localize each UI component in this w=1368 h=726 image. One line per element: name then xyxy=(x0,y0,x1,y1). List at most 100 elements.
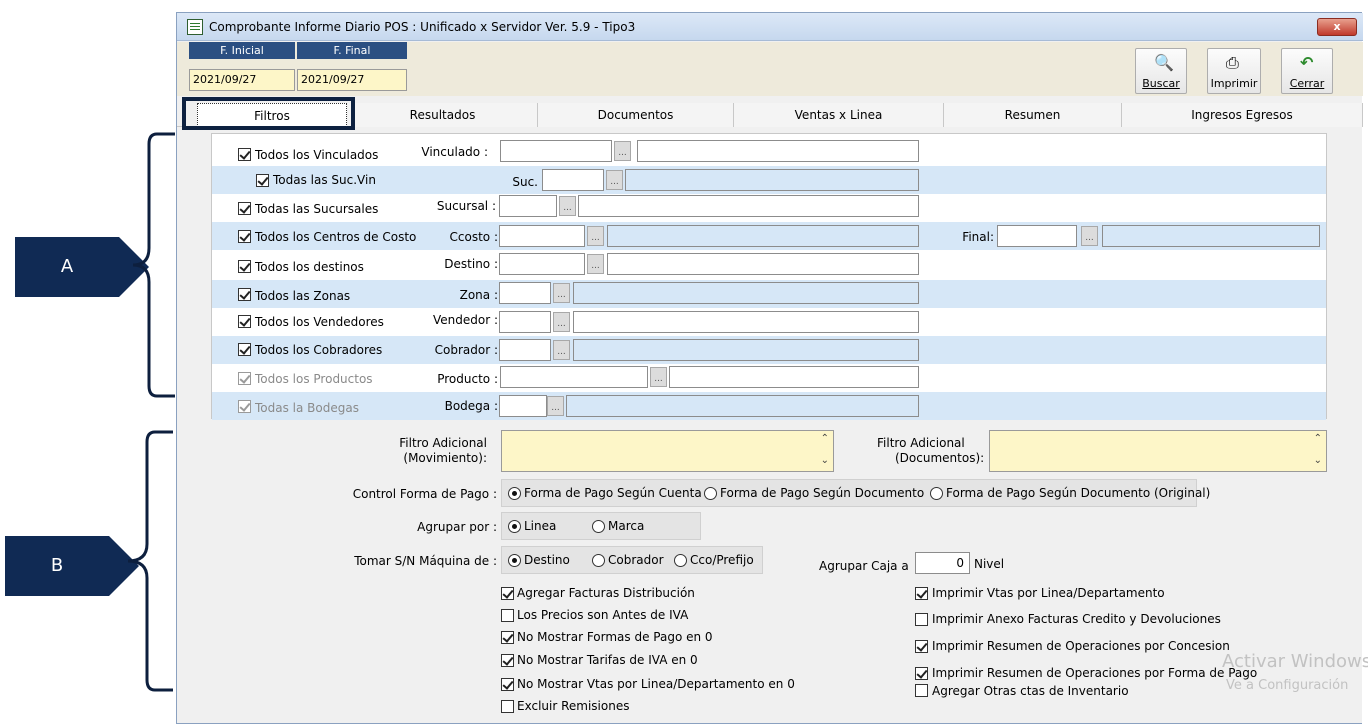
filtro-movimiento-textarea[interactable]: ⌃ ⌄ xyxy=(501,430,834,472)
producto-lookup-button[interactable]: ... xyxy=(650,367,667,387)
initial-date-field[interactable]: 2021/09/27 xyxy=(189,69,295,91)
suc-lookup-button[interactable]: ... xyxy=(606,170,623,190)
zona-code-field[interactable] xyxy=(499,282,551,304)
no-mostrar-tarifas-iva-checkbox[interactable] xyxy=(501,654,514,667)
imprimir-button[interactable]: ⎙ Imprimir xyxy=(1207,48,1261,94)
radio-destino[interactable] xyxy=(508,554,521,567)
precios-antes-iva-label: Los Precios son Antes de IVA xyxy=(517,608,689,622)
radio-cco-prefijo[interactable] xyxy=(674,554,687,567)
ccosto-final-code-field[interactable] xyxy=(997,225,1077,247)
ccosto-final-name-field[interactable] xyxy=(1102,225,1320,247)
agrupar-caja-field[interactable]: 0 xyxy=(915,552,970,574)
scroll-down-icon[interactable]: ⌄ xyxy=(1314,455,1322,466)
pago-segun-documento-label: Forma de Pago Según Documento xyxy=(720,486,925,500)
destino-label: Destino : xyxy=(444,257,498,271)
final-date-field[interactable]: 2021/09/27 xyxy=(297,69,407,91)
bodega-code-field[interactable] xyxy=(499,395,547,417)
cobrador-code-field[interactable] xyxy=(499,339,551,361)
destino-name-field[interactable] xyxy=(607,253,919,275)
buscar-button[interactable]: 🔍 Buscar xyxy=(1135,48,1187,94)
cobrador-name-field[interactable] xyxy=(573,339,919,361)
bodega-name-field[interactable] xyxy=(566,395,919,417)
producto-name-field[interactable] xyxy=(669,366,919,388)
tab-resultados[interactable]: Resultados xyxy=(348,103,538,127)
final-date-label: F. Final xyxy=(297,42,407,59)
imprimir-resumen-forma-pago-label: Imprimir Resumen de Operaciones por Form… xyxy=(932,666,1258,680)
todas-zonas-checkbox[interactable] xyxy=(238,288,251,301)
no-mostrar-vtas-linea-checkbox[interactable] xyxy=(501,678,514,691)
todos-vendedores-checkbox[interactable] xyxy=(238,315,251,328)
ccosto-final-lookup-button[interactable]: ... xyxy=(1081,226,1098,246)
precios-antes-iva-checkbox[interactable] xyxy=(501,609,514,622)
filter-row-vinculados: Todos los Vinculados Vinculado : ... xyxy=(212,140,1326,168)
sucursal-code-field[interactable] xyxy=(499,195,557,217)
filter-row-destinos: Todos los destinos Destino : ... xyxy=(212,250,1326,278)
brace-a xyxy=(132,132,175,398)
ccosto-lookup-button[interactable]: ... xyxy=(587,226,604,246)
zona-lookup-button[interactable]: ... xyxy=(553,283,570,303)
scroll-up-icon[interactable]: ⌃ xyxy=(821,433,829,444)
vinculado-lookup-button[interactable]: ... xyxy=(614,141,631,161)
imprimir-resumen-forma-pago-checkbox[interactable] xyxy=(915,667,928,680)
tab-ingresos-egresos[interactable]: Ingresos Egresos xyxy=(1122,103,1363,127)
imprimir-vtas-linea-checkbox[interactable] xyxy=(915,587,928,600)
filter-row-zonas: Todos las Zonas Zona : ... xyxy=(212,280,1326,308)
todos-cobradores-checkbox[interactable] xyxy=(238,343,251,356)
bodega-lookup-button[interactable]: ... xyxy=(547,396,564,416)
tab-resumen[interactable]: Resumen xyxy=(944,103,1122,127)
zona-label: Zona : xyxy=(459,288,498,302)
vendedor-code-field[interactable] xyxy=(499,311,551,333)
producto-code-field[interactable] xyxy=(500,366,648,388)
vinculado-code-field[interactable] xyxy=(500,140,612,162)
close-button[interactable]: x xyxy=(1317,18,1357,36)
imprimir-resumen-concesion-checkbox[interactable] xyxy=(915,640,928,653)
todas-bodegas-checkbox[interactable] xyxy=(238,400,251,413)
ccosto-code-field[interactable] xyxy=(499,225,585,247)
destino-lookup-button[interactable]: ... xyxy=(587,254,604,274)
sucursal-label: Sucursal : xyxy=(436,199,496,213)
no-mostrar-formas-pago-checkbox[interactable] xyxy=(501,631,514,644)
sucursal-name-field[interactable] xyxy=(578,195,919,217)
cobrador-label: Cobrador : xyxy=(434,343,498,357)
radio-pago-segun-documento[interactable] xyxy=(704,487,717,500)
filtro-documentos-textarea[interactable]: ⌃ ⌄ xyxy=(989,430,1327,472)
suc-code-field[interactable] xyxy=(542,169,604,191)
todas-bodegas-label: Todas la Bodegas xyxy=(255,401,359,415)
cobrador-lookup-button[interactable]: ... xyxy=(553,340,570,360)
imprimir-anexo-facturas-checkbox[interactable] xyxy=(915,613,928,626)
tab-ventas-x-linea[interactable]: Ventas x Linea xyxy=(734,103,944,127)
radio-cobrador[interactable] xyxy=(592,554,605,567)
todos-ccosto-label: Todos los Centros de Costo xyxy=(255,230,417,244)
ccosto-name-field[interactable] xyxy=(607,225,919,247)
filter-row-bodegas: Todas la Bodegas Bodega : ... xyxy=(212,392,1326,420)
tab-documentos[interactable]: Documentos xyxy=(538,103,734,127)
todas-suc-vin-checkbox[interactable] xyxy=(256,174,269,187)
agregar-facturas-distribucion-checkbox[interactable] xyxy=(501,587,514,600)
radio-pago-segun-cuenta[interactable] xyxy=(508,487,521,500)
no-mostrar-tarifas-iva-label: No Mostrar Tarifas de IVA en 0 xyxy=(517,653,698,667)
todos-ccosto-checkbox[interactable] xyxy=(238,230,251,243)
vinculado-name-field[interactable] xyxy=(637,140,919,162)
scroll-up-icon[interactable]: ⌃ xyxy=(1314,433,1322,444)
radio-marca[interactable] xyxy=(592,520,605,533)
todos-productos-checkbox[interactable] xyxy=(238,372,251,385)
agrupar-por-group: Linea Marca xyxy=(501,512,701,540)
todos-destinos-checkbox[interactable] xyxy=(238,260,251,273)
vendedor-lookup-button[interactable]: ... xyxy=(553,312,570,332)
tomar-sn-label: Tomar S/N Máquina de : xyxy=(354,554,497,568)
destino-code-field[interactable] xyxy=(499,253,585,275)
sucursal-lookup-button[interactable]: ... xyxy=(559,196,576,216)
radio-linea[interactable] xyxy=(508,520,521,533)
suc-name-field[interactable] xyxy=(625,169,919,191)
todas-sucursales-checkbox[interactable] xyxy=(238,202,251,215)
scroll-down-icon[interactable]: ⌄ xyxy=(821,455,829,466)
zona-name-field[interactable] xyxy=(573,282,919,304)
excluir-remisiones-checkbox[interactable] xyxy=(501,700,514,713)
agregar-otras-ctas-inventario-checkbox[interactable] xyxy=(915,684,928,697)
radio-pago-segun-documento-original[interactable] xyxy=(930,487,943,500)
pago-segun-cuenta-label: Forma de Pago Según Cuenta xyxy=(524,486,702,500)
excluir-remisiones-label: Excluir Remisiones xyxy=(517,699,630,713)
todos-vinculados-checkbox[interactable] xyxy=(238,148,251,161)
cerrar-button[interactable]: ↶ Cerrar xyxy=(1281,48,1333,94)
vendedor-name-field[interactable] xyxy=(573,311,919,333)
